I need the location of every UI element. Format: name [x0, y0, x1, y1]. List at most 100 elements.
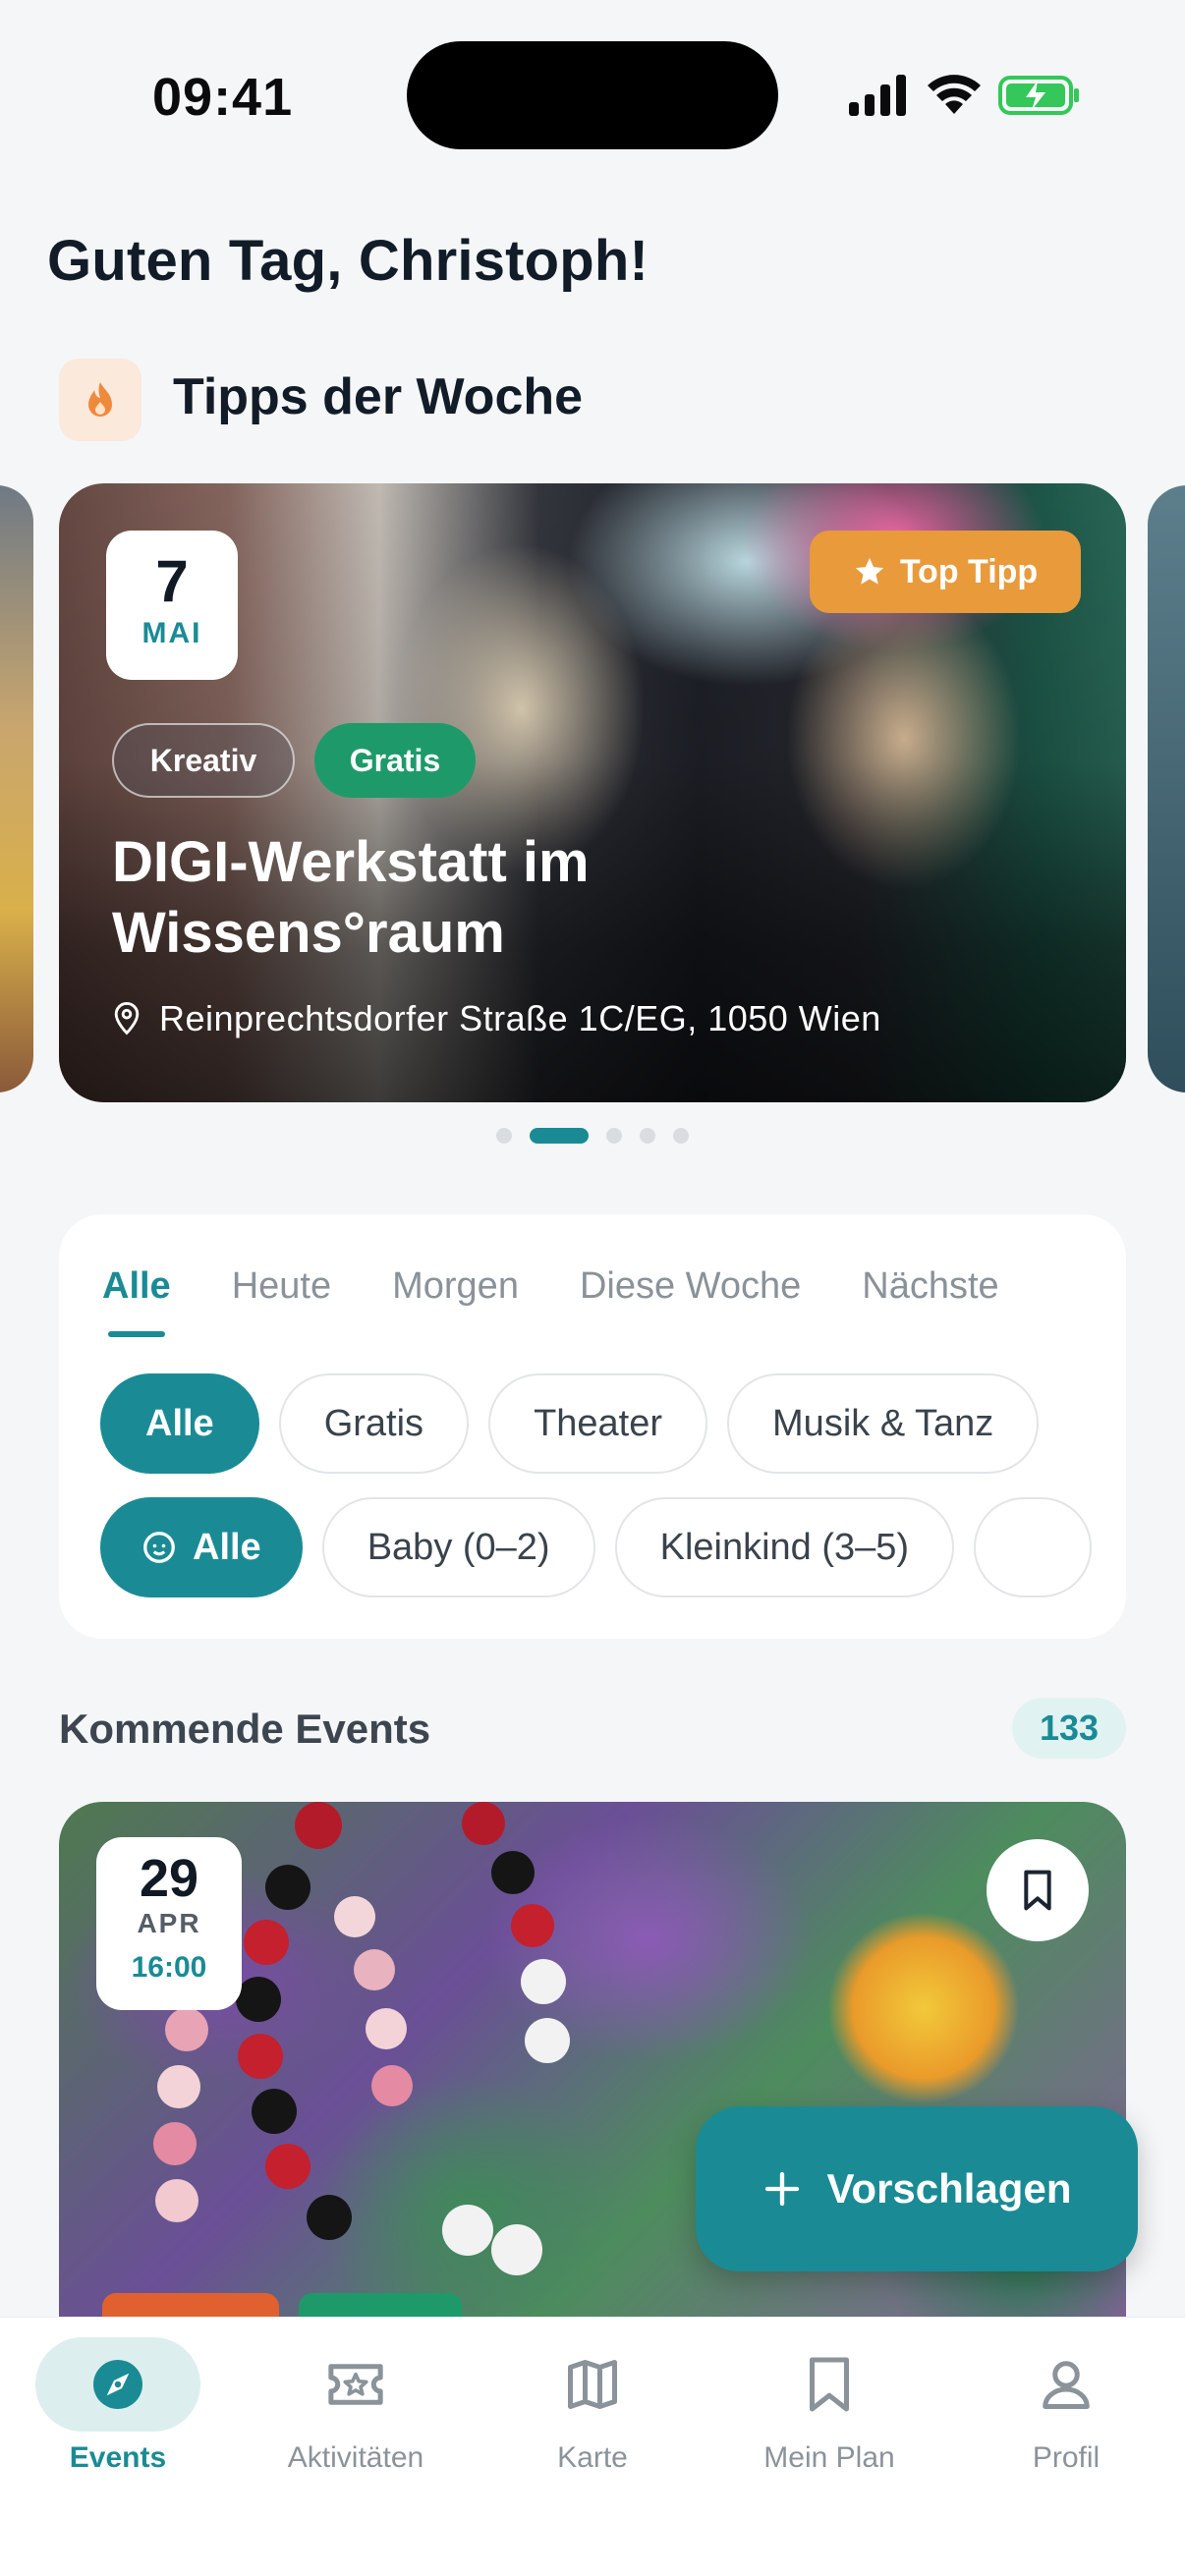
nav-label-profil: Profil	[1032, 2441, 1100, 2474]
event-day: 29	[139, 1849, 199, 1908]
filter-card: Alle Heute Morgen Diese Woche Nächste Al…	[59, 1214, 1126, 1639]
chip-gratis[interactable]: Gratis	[278, 1373, 470, 1474]
section-title-upcoming: Kommende Events	[59, 1706, 431, 1752]
event-month: APR	[137, 1908, 201, 1938]
status-bar: 09:41	[0, 0, 1185, 187]
top-tipp-label: Top Tipp	[899, 552, 1039, 590]
pagination-dot[interactable]	[640, 1128, 655, 1144]
nav-label-events: Events	[69, 2441, 167, 2474]
bead-decoration	[442, 2205, 493, 2256]
pagination-dot[interactable]	[606, 1128, 622, 1144]
suggest-button[interactable]: Vorschlagen	[696, 2106, 1138, 2271]
carousel-card-next[interactable]	[1148, 485, 1185, 1092]
wifi-icon	[928, 75, 981, 114]
bead-decoration	[354, 1949, 395, 1990]
bead-decoration	[371, 2065, 413, 2106]
bookmark-icon	[1024, 1870, 1051, 1911]
nav-item-events[interactable]: Events	[20, 2337, 216, 2475]
carousel-pagination[interactable]	[0, 1128, 1185, 1144]
bead-decoration	[265, 1865, 310, 1910]
suggest-button-label: Vorschlagen	[826, 2165, 1072, 2212]
chip-kleinkind[interactable]: Kleinkind (3–5)	[614, 1497, 955, 1597]
date-day: 7	[155, 548, 189, 614]
bead-decoration	[511, 1904, 554, 1947]
user-icon	[984, 2337, 1149, 2432]
featured-event-location: Reinprechtsdorfer Straße 1C/EG, 1050 Wie…	[112, 998, 881, 1039]
section-title-tips: Tipps der Woche	[173, 368, 584, 425]
map-icon	[510, 2337, 675, 2432]
chip-age-alle-label: Alle	[193, 1526, 261, 1568]
nav-item-mein-plan[interactable]: Mein Plan	[731, 2337, 928, 2475]
chip-baby[interactable]: Baby (0–2)	[321, 1497, 595, 1597]
date-badge: 7 MAI	[106, 531, 238, 680]
bead-decoration	[244, 1920, 289, 1965]
event-card[interactable]: 29 APR 16:00	[59, 1802, 1126, 2391]
bead-decoration	[307, 2195, 352, 2240]
bead-decoration	[491, 1851, 535, 1894]
bead-decoration	[236, 1977, 281, 2022]
date-month: MAI	[141, 617, 202, 649]
tab-naechste[interactable]: Nächste	[862, 1265, 998, 1308]
bead-decoration	[265, 2144, 310, 2189]
tab-diese-woche[interactable]: Diese Woche	[580, 1265, 801, 1308]
bead-decoration	[155, 2179, 198, 2222]
nav-item-profil[interactable]: Profil	[968, 2337, 1164, 2475]
nav-item-karte[interactable]: Karte	[494, 2337, 691, 2475]
nav-label-aktivitaeten: Aktivitäten	[287, 2441, 424, 2474]
nav-label-karte: Karte	[557, 2441, 628, 2474]
bead-decoration	[334, 1896, 375, 1937]
featured-event-title: DIGI-Werkstatt im Wissens°raum	[112, 830, 590, 965]
date-tabs: Alle Heute Morgen Diese Woche Nächste	[102, 1265, 999, 1337]
tab-heute[interactable]: Heute	[232, 1265, 331, 1308]
plus-icon	[764, 2171, 799, 2207]
compass-icon	[35, 2337, 200, 2432]
ticket-icon	[273, 2337, 438, 2432]
battery-icon	[998, 76, 1079, 115]
tag-gratis: Gratis	[314, 723, 476, 798]
carousel-card-previous[interactable]	[0, 485, 33, 1092]
bead-decoration	[366, 2008, 407, 2049]
chip-musik-tanz[interactable]: Musik & Tanz	[727, 1373, 1040, 1474]
greeting-title: Guten Tag, Christoph!	[47, 229, 649, 293]
pagination-dot[interactable]	[673, 1128, 689, 1144]
pagination-dot-active[interactable]	[530, 1128, 589, 1144]
nav-label-mein-plan: Mein Plan	[763, 2441, 895, 2474]
bead-decoration	[153, 2122, 197, 2165]
bottom-navigation: Events Aktivitäten Karte Mein Plan Profi…	[0, 2317, 1185, 2576]
event-date-badge: 29 APR 16:00	[96, 1837, 242, 2010]
status-time: 09:41	[152, 68, 294, 127]
signal-icon	[849, 75, 906, 116]
pagination-dot[interactable]	[496, 1128, 512, 1144]
star-icon	[855, 557, 883, 585]
bead-decoration	[252, 2089, 297, 2134]
category-chips: Alle Gratis Theater Musik & Tanz	[100, 1373, 1040, 1474]
bead-decoration	[462, 1802, 505, 1845]
bead-decoration	[165, 2008, 208, 2051]
tab-alle[interactable]: Alle	[102, 1265, 171, 1337]
chip-more[interactable]	[974, 1497, 1093, 1597]
top-tipp-badge: Top Tipp	[810, 531, 1081, 613]
chip-theater[interactable]: Theater	[488, 1373, 708, 1474]
tag-kreativ: Kreativ	[112, 723, 295, 798]
bead-decoration	[491, 2224, 542, 2275]
featured-event-card[interactable]: 7 MAI Top Tipp Kreativ Gratis DIGI-Werks…	[59, 483, 1126, 1102]
bead-decoration	[525, 2018, 570, 2063]
bookmark-icon	[747, 2337, 912, 2432]
bead-decoration	[238, 2034, 283, 2079]
event-time: 16:00	[131, 1951, 207, 1984]
nav-item-aktivitaeten[interactable]: Aktivitäten	[257, 2337, 454, 2475]
event-count-badge: 133	[1012, 1698, 1126, 1759]
chip-age-alle[interactable]: Alle	[100, 1497, 303, 1597]
baby-face-icon	[143, 1532, 175, 1563]
bead-decoration	[295, 1802, 342, 1849]
chip-category-alle[interactable]: Alle	[100, 1373, 259, 1474]
flame-icon	[59, 359, 141, 441]
dynamic-island	[407, 41, 778, 149]
location-text: Reinprechtsdorfer Straße 1C/EG, 1050 Wie…	[159, 998, 881, 1038]
location-pin-icon	[114, 1001, 140, 1036]
bookmark-button[interactable]	[987, 1839, 1089, 1941]
age-chips: Alle Baby (0–2) Kleinkind (3–5)	[100, 1497, 1093, 1597]
tab-morgen[interactable]: Morgen	[392, 1265, 519, 1308]
bead-decoration	[521, 1959, 566, 2004]
bead-decoration	[157, 2065, 200, 2108]
